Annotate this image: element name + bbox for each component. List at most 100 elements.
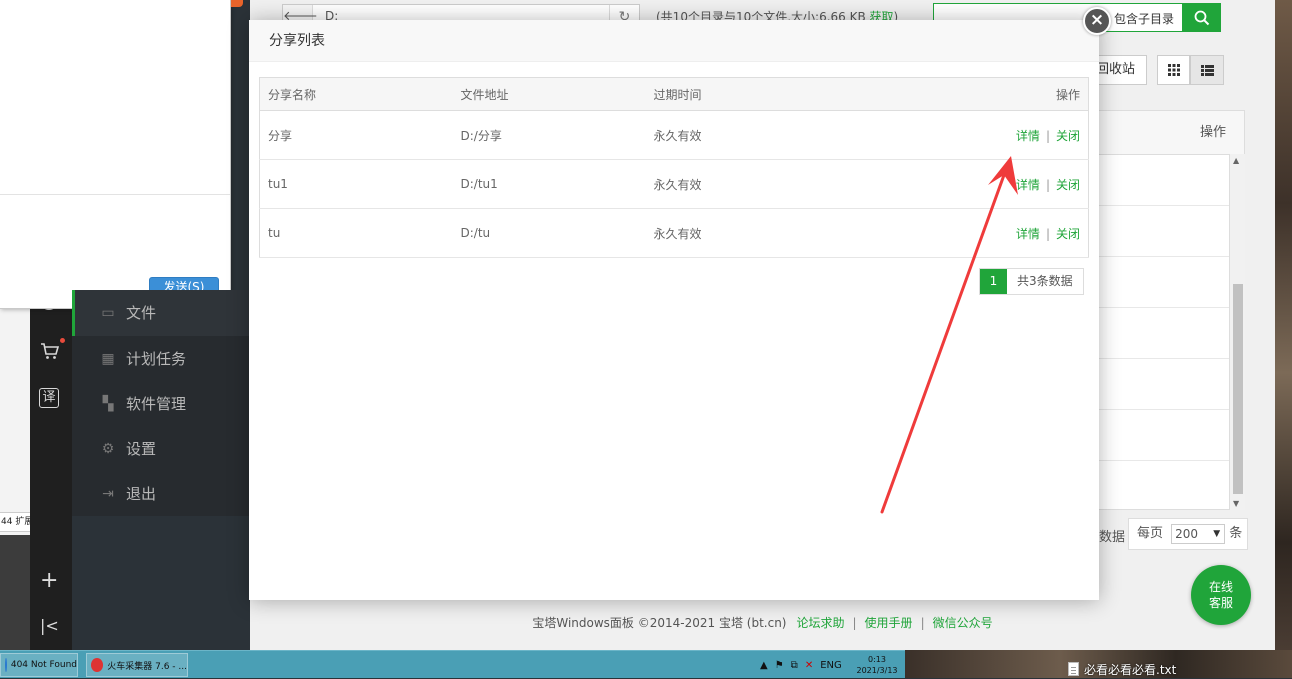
footer: 宝塔Windows面板 ©2014-2021 宝塔 (bt.cn) 论坛求助 | 使用… (250, 600, 1275, 650)
table-header-row: 分享名称 文件地址 过期时间 操作 (259, 77, 1089, 111)
nav-item-label: 文件 (126, 304, 157, 322)
grid-view-button[interactable] (1157, 55, 1190, 85)
share-name: tu (259, 208, 453, 258)
text-file-icon (1068, 662, 1079, 676)
ops-separator: | (1045, 226, 1050, 241)
footer-link-wechat[interactable]: 微信公众号 (933, 616, 993, 630)
language-indicator[interactable]: ENG (820, 660, 842, 671)
folder-icon: ▭ (101, 304, 115, 321)
chat-popup: 发送(S) (0, 0, 243, 309)
desktop-file-name: 必看必看必看.txt (1084, 662, 1177, 677)
file-table-ops-header: 操作 (1096, 111, 1244, 155)
footer-separator: | (852, 616, 857, 630)
pagination-bar: 数据 每页 200 条 (1095, 518, 1248, 550)
share-path: D:/tu1 (452, 159, 646, 209)
chat-divider (0, 194, 230, 195)
page-button-current[interactable]: 1 (980, 269, 1007, 294)
share-name: tu1 (259, 159, 453, 209)
scroll-up-icon[interactable]: ▲ (1233, 156, 1239, 165)
desktop-file[interactable]: 必看必看必看.txt (1068, 660, 1176, 678)
column-header-name: 分享名称 (259, 77, 453, 111)
table-row (1096, 206, 1244, 257)
share-ops: 详情 | 关闭 (895, 110, 1089, 160)
share-list-modal: 分享列表 分享名称 文件地址 过期时间 操作 分享 D:/分享 永久有效 详情 |… (249, 20, 1099, 600)
footer-link-forum[interactable]: 论坛求助 (796, 616, 844, 630)
detail-link[interactable]: 详情 (1016, 227, 1040, 241)
search-button[interactable] (1182, 3, 1221, 32)
recycle-bin-button[interactable]: 回收站 (1092, 55, 1147, 85)
cart-icon[interactable] (40, 342, 60, 360)
table-row (1096, 410, 1244, 461)
table-row: tu D:/tu 永久有效 详情 | 关闭 (259, 208, 1089, 258)
service-line2: 客服 (1208, 596, 1233, 610)
nav-item-software[interactable]: ▚ 软件管理 (72, 381, 250, 426)
nav-item-label: 退出 (126, 485, 157, 503)
taskbar-button-label: 404 Not Found (10, 660, 77, 670)
clock[interactable]: 0:13 2021/3/13 (852, 654, 902, 676)
translate-icon[interactable]: 译 (39, 388, 59, 408)
nav-item-logout[interactable]: ⇥ 退出 (72, 471, 250, 516)
taskbar-button-collector[interactable]: 火车采集器 7.6 - ... (86, 653, 188, 677)
table-row (1096, 257, 1244, 308)
table-row (1096, 359, 1244, 410)
share-name: 分享 (259, 110, 453, 160)
list-view-button[interactable] (1190, 55, 1224, 85)
detail-link[interactable]: 详情 (1016, 129, 1040, 143)
extension-strip: 44 扩展 (0, 512, 30, 532)
nav-item-settings[interactable]: ⚙ 设置 (72, 426, 250, 471)
per-page-control: 每页 200 条 (1128, 518, 1248, 550)
modal-title: 分享列表 (249, 20, 1099, 62)
footer-copyright: 宝塔Windows面板 ©2014-2021 宝塔 (bt.cn) (532, 616, 787, 630)
flag-icon[interactable]: ⚑ (775, 660, 784, 671)
scroll-thumb[interactable] (1233, 284, 1243, 494)
taskbar-button-browser[interactable]: 404 Not Found (0, 653, 78, 677)
scroll-down-icon[interactable]: ▼ (1233, 499, 1239, 508)
volume-muted-icon[interactable]: ✕ (805, 660, 813, 671)
share-table: 分享名称 文件地址 过期时间 操作 分享 D:/分享 永久有效 详情 | 关闭 tu… (259, 77, 1089, 258)
data-count-tail: 数据 (1099, 530, 1126, 545)
notification-dot (60, 338, 65, 343)
footer-separator: | (920, 616, 925, 630)
plus-icon[interactable]: + (40, 570, 58, 592)
side-nav: ▭ 文件 ▦ 计划任务 ▚ 软件管理 ⚙ 设置 ⇥ 退出 (72, 290, 250, 516)
footer-link-manual[interactable]: 使用手册 (865, 616, 913, 630)
share-expiry: 永久有效 (645, 110, 896, 160)
close-share-link[interactable]: 关闭 (1056, 178, 1080, 192)
table-row (1096, 155, 1244, 206)
per-page-label: 每页 (1137, 526, 1164, 541)
service-line1: 在线 (1208, 580, 1233, 594)
table-row (1096, 308, 1244, 359)
detail-link[interactable]: 详情 (1016, 178, 1040, 192)
per-page-select[interactable]: 200 (1171, 523, 1226, 544)
column-header-expiry: 过期时间 (645, 77, 896, 111)
collapse-icon[interactable]: |< (40, 616, 59, 635)
list-view-icon (1200, 64, 1214, 76)
share-path: D:/分享 (452, 110, 646, 160)
chat-orange-tab (231, 0, 243, 7)
online-service-button[interactable]: 在线 客服 (1191, 565, 1251, 625)
nav-item-label: 软件管理 (126, 395, 187, 413)
nav-item-cron[interactable]: ▦ 计划任务 (72, 336, 250, 381)
file-table-scrollbar[interactable]: ▲ ▼ (1229, 154, 1245, 510)
ops-separator: | (1045, 177, 1050, 192)
close-share-link[interactable]: 关闭 (1056, 129, 1080, 143)
ops-separator: | (1045, 128, 1050, 143)
taskbar: 404 Not Found 火车采集器 7.6 - ... ▲ ⚑ ⧉ ✕ EN… (0, 650, 905, 678)
total-count: 共3条数据 (1007, 269, 1083, 294)
clock-date: 2021/3/13 (856, 666, 898, 675)
modal-close-button[interactable]: × (1083, 7, 1111, 35)
nav-item-files[interactable]: ▭ 文件 (72, 290, 250, 335)
close-share-link[interactable]: 关闭 (1056, 227, 1080, 241)
network-icon[interactable]: ⧉ (791, 660, 798, 671)
table-row: 分享 D:/分享 永久有效 详情 | 关闭 (259, 110, 1089, 160)
taskbar-button-label: 火车采集器 7.6 - ... (107, 661, 187, 672)
include-subdir-label[interactable]: 包含子目录 (1114, 10, 1174, 27)
train-app-icon (91, 658, 104, 672)
column-header-path: 文件地址 (452, 77, 646, 111)
browser-icon (5, 658, 7, 672)
tray-expand-icon[interactable]: ▲ (760, 660, 768, 671)
desktop-background-right (1275, 0, 1292, 678)
share-ops: 详情 | 关闭 (895, 159, 1089, 209)
left-window-lower (0, 535, 30, 650)
share-expiry: 永久有效 (645, 159, 896, 209)
